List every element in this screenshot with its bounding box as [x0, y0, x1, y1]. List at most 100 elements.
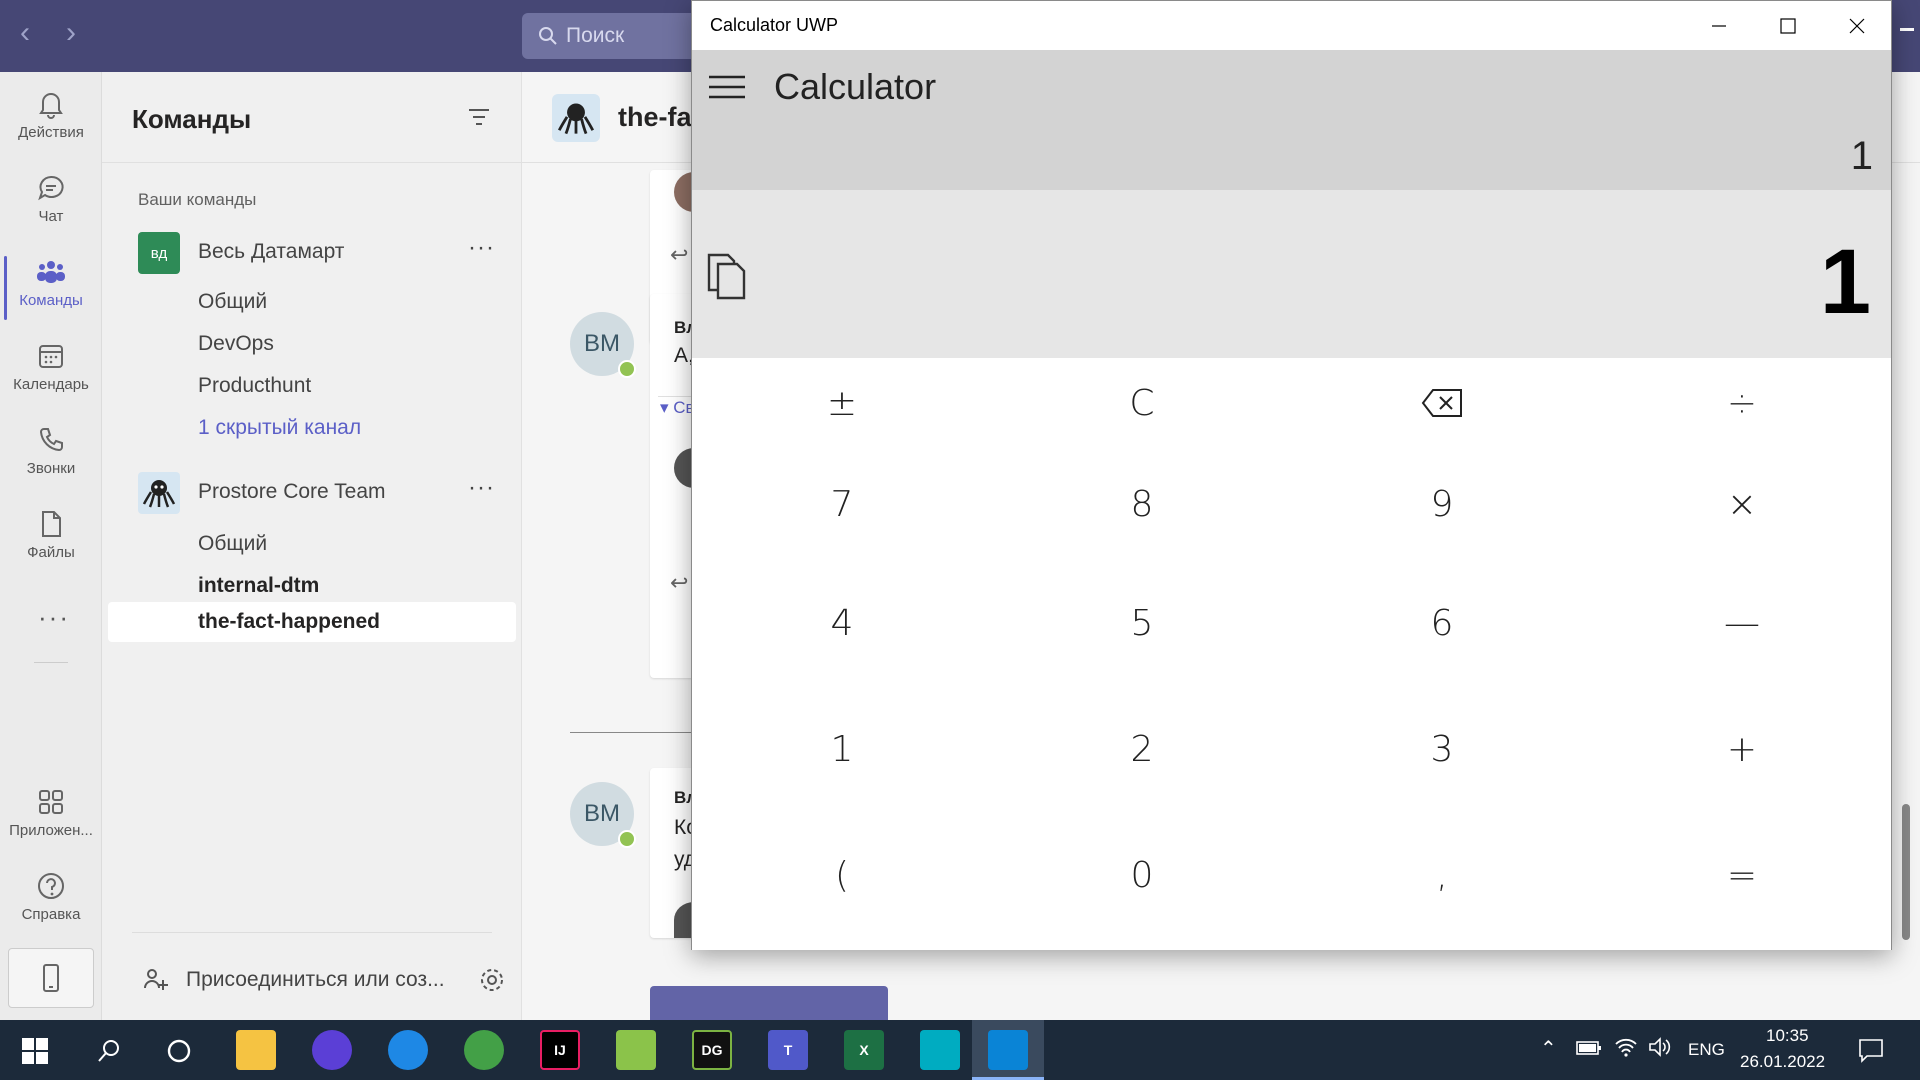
- team-more-icon[interactable]: ···: [468, 474, 495, 502]
- negate-button[interactable]: ±: [692, 358, 992, 448]
- rail-item-activity[interactable]: Действия: [0, 80, 102, 160]
- decimal-separator-button[interactable]: ,: [1292, 812, 1592, 938]
- result-display: 1: [692, 190, 1891, 358]
- digit-7-button[interactable]: 7: [692, 448, 992, 560]
- rail-item-chat[interactable]: Чат: [0, 164, 102, 244]
- rail-item-calls[interactable]: Звонки: [0, 416, 102, 496]
- section-label: Ваши команды: [138, 190, 257, 209]
- digit-3-button[interactable]: 3: [1292, 686, 1592, 812]
- maximize-icon: [1780, 17, 1796, 34]
- wifi-icon[interactable]: [1614, 1036, 1638, 1058]
- rail-label: Команды: [19, 292, 83, 309]
- tray-overflow-icon[interactable]: ⌃: [1540, 1036, 1557, 1061]
- team-name[interactable]: Весь Датамарт: [198, 240, 344, 264]
- hamburger-menu-icon[interactable]: [708, 74, 746, 100]
- digit-2-button[interactable]: 2: [992, 686, 1292, 812]
- windows-taskbar: IJ DG T X ⌃ ENG 10:35 26.01.2022: [0, 1020, 1920, 1080]
- subtract-button[interactable]: —: [1592, 560, 1892, 686]
- add-button[interactable]: +: [1592, 686, 1892, 812]
- channel-item[interactable]: Producthunt: [198, 374, 311, 398]
- multiply-button[interactable]: ×: [1592, 448, 1892, 560]
- clear-button[interactable]: C: [992, 358, 1292, 448]
- digit-0-button[interactable]: 0: [992, 812, 1292, 938]
- maximize-button[interactable]: [1754, 1, 1822, 50]
- cortana-icon[interactable]: [166, 1038, 192, 1064]
- digit-1-button[interactable]: 1: [692, 686, 992, 812]
- search-icon[interactable]: [96, 1038, 122, 1064]
- digit-8-button[interactable]: 8: [992, 448, 1292, 560]
- phone-icon: [39, 428, 63, 452]
- scrollbar-thumb[interactable]: [1902, 804, 1910, 940]
- settings-app-icon[interactable]: [920, 1030, 960, 1070]
- windows-start-icon[interactable]: [22, 1038, 48, 1064]
- team-name[interactable]: Prostore Core Team: [198, 480, 386, 504]
- rail-label: Звонки: [26, 460, 76, 477]
- join-team-button[interactable]: Присоединиться или соз...: [186, 968, 445, 992]
- calendar-icon: [39, 345, 63, 368]
- volume-icon[interactable]: [1648, 1036, 1672, 1058]
- browser-app-icon[interactable]: [312, 1030, 352, 1070]
- calculator-header: Calculator 1: [692, 50, 1891, 190]
- filter-icon[interactable]: [468, 108, 490, 126]
- channel-item-selected[interactable]: the-fact-happened: [198, 610, 380, 634]
- digit-4-button[interactable]: 4: [692, 560, 992, 686]
- help-icon: [38, 873, 64, 899]
- octopus-icon: [557, 103, 595, 135]
- teams-taskbar-icon[interactable]: T: [768, 1030, 808, 1070]
- reply-icon[interactable]: ↩: [670, 242, 688, 268]
- intellij-icon[interactable]: IJ: [540, 1030, 580, 1070]
- window-title: Calculator UWP: [710, 15, 839, 35]
- forward-icon[interactable]: ›: [66, 16, 76, 50]
- rail-label: Календарь: [13, 376, 89, 393]
- backspace-button[interactable]: [1292, 358, 1592, 448]
- digit-6-button[interactable]: 6: [1292, 560, 1592, 686]
- collapse-replies-link[interactable]: ▾ Св: [660, 398, 695, 418]
- app-rail: Действия Чат Команды Календарь Звонки Фа…: [0, 72, 102, 1020]
- clock-time[interactable]: 10:35: [1766, 1026, 1809, 1046]
- more-apps-icon[interactable]: ···: [38, 602, 70, 633]
- edge-icon[interactable]: [388, 1030, 428, 1070]
- rail-label: Справка: [21, 906, 81, 923]
- open-paren-button[interactable]: (: [692, 812, 992, 938]
- mobile-download-button[interactable]: [8, 948, 94, 1008]
- file-explorer-icon[interactable]: [236, 1030, 276, 1070]
- digit-5-button[interactable]: 5: [992, 560, 1292, 686]
- channel-item[interactable]: Общий: [198, 532, 267, 556]
- language-indicator[interactable]: ENG: [1688, 1040, 1725, 1060]
- hidden-channels-link[interactable]: 1 скрытый канал: [198, 416, 361, 440]
- digit-9-button[interactable]: 9: [1292, 448, 1592, 560]
- excel-icon[interactable]: X: [844, 1030, 884, 1070]
- avatar-initials: ВМ: [584, 330, 620, 357]
- channel-avatar: [552, 94, 600, 142]
- notifications-icon[interactable]: [1858, 1037, 1884, 1063]
- minimize-icon[interactable]: [1900, 28, 1914, 31]
- editor-app-icon[interactable]: [616, 1030, 656, 1070]
- channel-item[interactable]: internal-dtm: [198, 574, 319, 598]
- divide-button[interactable]: ÷: [1592, 358, 1892, 448]
- clock-date[interactable]: 26.01.2022: [1740, 1052, 1825, 1072]
- globe-app-icon[interactable]: [464, 1030, 504, 1070]
- equals-button[interactable]: =: [1592, 812, 1892, 938]
- calculator-taskbar-icon: [988, 1030, 1028, 1070]
- rail-item-calendar[interactable]: Календарь: [0, 332, 102, 412]
- back-icon[interactable]: ‹: [20, 16, 30, 50]
- close-button[interactable]: [1823, 1, 1891, 50]
- reply-icon[interactable]: ↩: [670, 570, 688, 596]
- minimize-button[interactable]: [1685, 1, 1753, 50]
- battery-icon[interactable]: [1576, 1040, 1602, 1056]
- expression-display: 1: [1850, 134, 1873, 178]
- channel-item[interactable]: DevOps: [198, 332, 274, 356]
- team-avatar: вд: [138, 232, 180, 274]
- panel-title: Команды: [132, 104, 252, 134]
- channel-item[interactable]: Общий: [198, 290, 267, 314]
- datagrip-icon[interactable]: DG: [692, 1030, 732, 1070]
- rail-item-files[interactable]: Файлы: [0, 500, 102, 580]
- rail-item-apps[interactable]: Приложен...: [0, 778, 102, 858]
- rail-item-help[interactable]: Справка: [0, 862, 102, 942]
- team-avatar-text: вд: [150, 244, 168, 262]
- rail-item-teams[interactable]: Команды: [0, 248, 102, 328]
- team-more-icon[interactable]: ···: [468, 234, 495, 262]
- settings-icon[interactable]: [478, 966, 506, 994]
- copy-icon[interactable]: [706, 252, 748, 300]
- calculator-taskbar-slot[interactable]: [972, 1020, 1044, 1080]
